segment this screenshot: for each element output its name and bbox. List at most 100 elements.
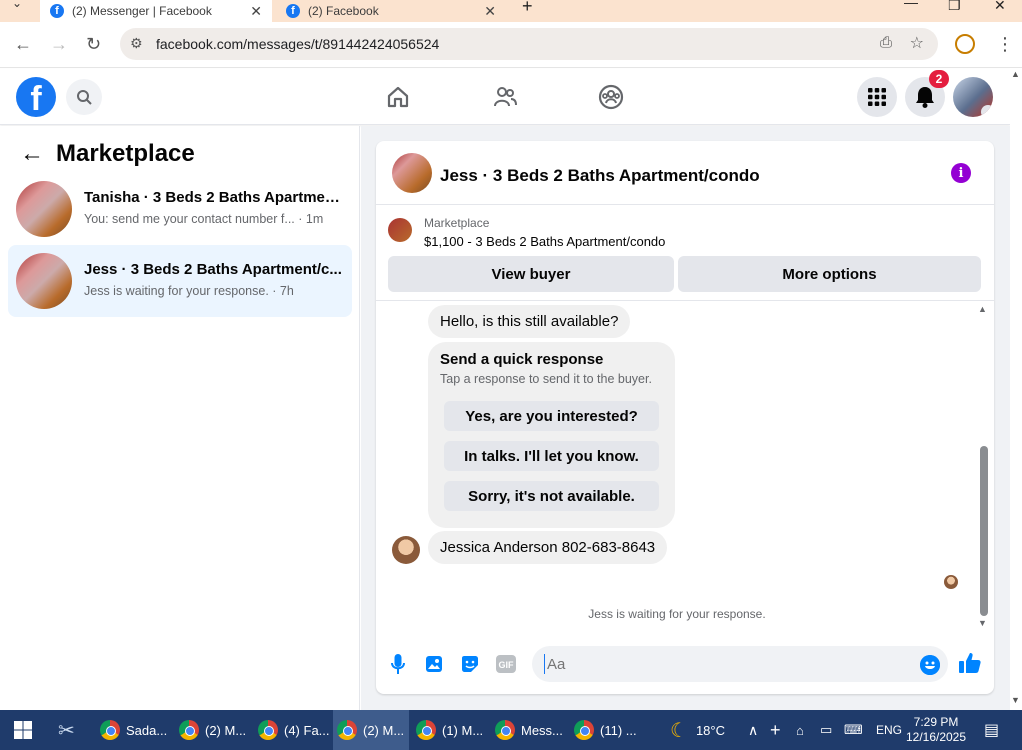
tab-title: (2) Messenger | Facebook (72, 4, 212, 18)
scroll-up-icon[interactable]: ▲ (978, 304, 987, 314)
taskbar-item-1[interactable]: Sada... (96, 710, 172, 750)
close-tab-icon[interactable]: ✕ (484, 3, 496, 20)
more-options-button[interactable]: More options (678, 256, 981, 292)
site-info-icon[interactable]: ⚙ (130, 35, 143, 52)
profile-icon[interactable] (955, 34, 975, 54)
tab-messenger[interactable]: f (2) Messenger | Facebook ✕ (40, 0, 272, 22)
chevron-down-icon: ⌄ (981, 105, 993, 117)
scroll-up-icon[interactable]: ▲ (1011, 69, 1020, 79)
emoji-button[interactable] (920, 655, 940, 675)
message-input[interactable] (544, 654, 904, 674)
taskbar-item-4[interactable]: (2) M... (333, 710, 409, 750)
taskbar-item-3[interactable]: (4) Fa... (254, 710, 330, 750)
tab-facebook[interactable]: f (2) Facebook ✕ (276, 0, 506, 22)
chrome-icon (495, 720, 515, 740)
conversation-item-tanisha[interactable]: Tanisha · 3 Beds 2 Baths Apartmen... You… (8, 173, 352, 245)
message-bubble[interactable]: Jessica Anderson 802-683-8643 (428, 531, 668, 564)
message-bubble[interactable]: Hello, is this still available? (428, 305, 631, 338)
back-icon[interactable]: ← (14, 34, 32, 55)
weather-widget[interactable]: ☾ 18°C (670, 710, 725, 750)
conversation-preview: You: send me your contact number f... · … (84, 212, 324, 226)
seen-indicator-avatar (944, 575, 958, 589)
message-composer[interactable] (532, 646, 948, 682)
maximize-icon[interactable]: ❐ (948, 0, 961, 14)
scroll-down-icon[interactable]: ▼ (1011, 695, 1020, 705)
reload-icon[interactable]: ↻ (86, 34, 101, 55)
browser-menu-icon[interactable]: ⋮ (996, 34, 1014, 55)
chat-scroll-thumb[interactable] (980, 446, 988, 616)
chat-panel: Jess · 3 Beds 2 Baths Apartment/condo i … (376, 141, 994, 694)
chrome-icon (258, 720, 278, 740)
info-icon[interactable]: i (951, 163, 971, 183)
image-icon (426, 656, 442, 672)
conversation-name: Tanisha · 3 Beds 2 Baths Apartmen... (84, 189, 344, 206)
conversation-preview: Jess is waiting for your response. · 7h (84, 284, 294, 298)
display-icon[interactable]: ▭ (820, 710, 832, 750)
hidden-icons-chevron-icon[interactable]: ∧ (748, 710, 758, 750)
conversation-item-jess[interactable]: Jess · 3 Beds 2 Baths Apartment/c... Jes… (8, 245, 352, 317)
network-icon[interactable]: ⌂ (796, 710, 804, 750)
friends-nav-button[interactable] (489, 81, 521, 113)
tab-search-icon[interactable]: ⌄ (12, 0, 22, 10)
divider (376, 300, 994, 301)
quick-reply-button[interactable]: In talks. I'll let you know. (444, 441, 659, 471)
language-indicator[interactable]: ENG (876, 710, 902, 750)
menu-button[interactable] (857, 77, 897, 117)
conversation-list-pane: ← Marketplace Tanisha · 3 Beds 2 Baths A… (0, 126, 360, 710)
gif-button[interactable]: GIF (495, 653, 517, 675)
groups-nav-button[interactable] (595, 81, 627, 113)
taskbar-app-weather[interactable]: ✂ (58, 710, 75, 750)
chrome-icon (100, 720, 120, 740)
minimize-icon[interactable]: — (904, 0, 918, 10)
forward-icon[interactable]: → (50, 34, 68, 55)
snipping-tool-icon: ✂ (58, 719, 75, 742)
chrome-icon (337, 720, 357, 740)
chrome-icon (416, 720, 436, 740)
view-buyer-button[interactable]: View buyer (388, 256, 674, 292)
chat-title[interactable]: Jess · 3 Beds 2 Baths Apartment/condo (440, 166, 760, 186)
install-app-icon[interactable]: ⎙ (880, 34, 892, 51)
taskbar-item-5[interactable]: (1) M... (412, 710, 488, 750)
facebook-header: f 2 ⌄ (0, 69, 1010, 125)
emoji-icon (920, 655, 940, 675)
taskbar-item-7[interactable]: (11) ... (570, 710, 646, 750)
listing-price-title[interactable]: $1,100 - 3 Beds 2 Baths Apartment/condo (424, 234, 665, 249)
account-avatar[interactable]: ⌄ (953, 77, 993, 117)
like-button[interactable] (958, 651, 982, 675)
taskbar-item-6[interactable]: Mess... (491, 710, 567, 750)
facebook-logo-icon[interactable]: f (16, 77, 56, 117)
back-arrow-icon[interactable]: ← (20, 140, 44, 168)
chrome-icon (574, 720, 594, 740)
microphone-button[interactable] (387, 653, 409, 675)
bookmark-star-icon[interactable]: ☆ (910, 33, 924, 53)
listing-thumbnail[interactable] (392, 153, 432, 193)
quick-reply-button[interactable]: Sorry, it's not available. (444, 481, 659, 511)
home-nav-button[interactable] (382, 81, 414, 113)
listing-thumbnail-small (388, 218, 412, 242)
new-tab-icon[interactable]: + (522, 0, 533, 17)
sender-avatar[interactable] (392, 536, 420, 564)
quick-reply-button[interactable]: Yes, are you interested? (444, 401, 659, 431)
clock[interactable]: 7:29 PM 12/16/2025 (906, 710, 966, 750)
keyboard-icon[interactable]: ⌨ (844, 710, 863, 750)
scroll-down-icon[interactable]: ▼ (978, 618, 987, 628)
sticker-button[interactable] (459, 653, 481, 675)
start-button[interactable] (14, 710, 32, 750)
page-scrollbar[interactable]: ▲ ▼ (1010, 69, 1022, 710)
taskbar-item-2[interactable]: (2) M... (175, 710, 251, 750)
listing-source-label: Marketplace (424, 216, 490, 230)
close-tab-icon[interactable]: ✕ (250, 3, 262, 20)
svg-text:GIF: GIF (499, 660, 515, 670)
search-button[interactable] (66, 79, 102, 115)
listing-thumbnail (16, 253, 72, 309)
attach-media-button[interactable] (423, 653, 445, 675)
address-bar[interactable]: ⚙ facebook.com/messages/t/89144242405652… (120, 28, 938, 60)
home-icon (387, 86, 409, 108)
close-window-icon[interactable]: ✕ (994, 0, 1006, 14)
search-icon (77, 90, 92, 105)
gif-icon: GIF (496, 655, 516, 673)
sticker-icon (462, 656, 478, 672)
add-icon[interactable]: + (770, 710, 781, 750)
notification-center-icon[interactable]: ▤ (984, 710, 999, 750)
quick-response-title: Send a quick response (440, 351, 604, 368)
